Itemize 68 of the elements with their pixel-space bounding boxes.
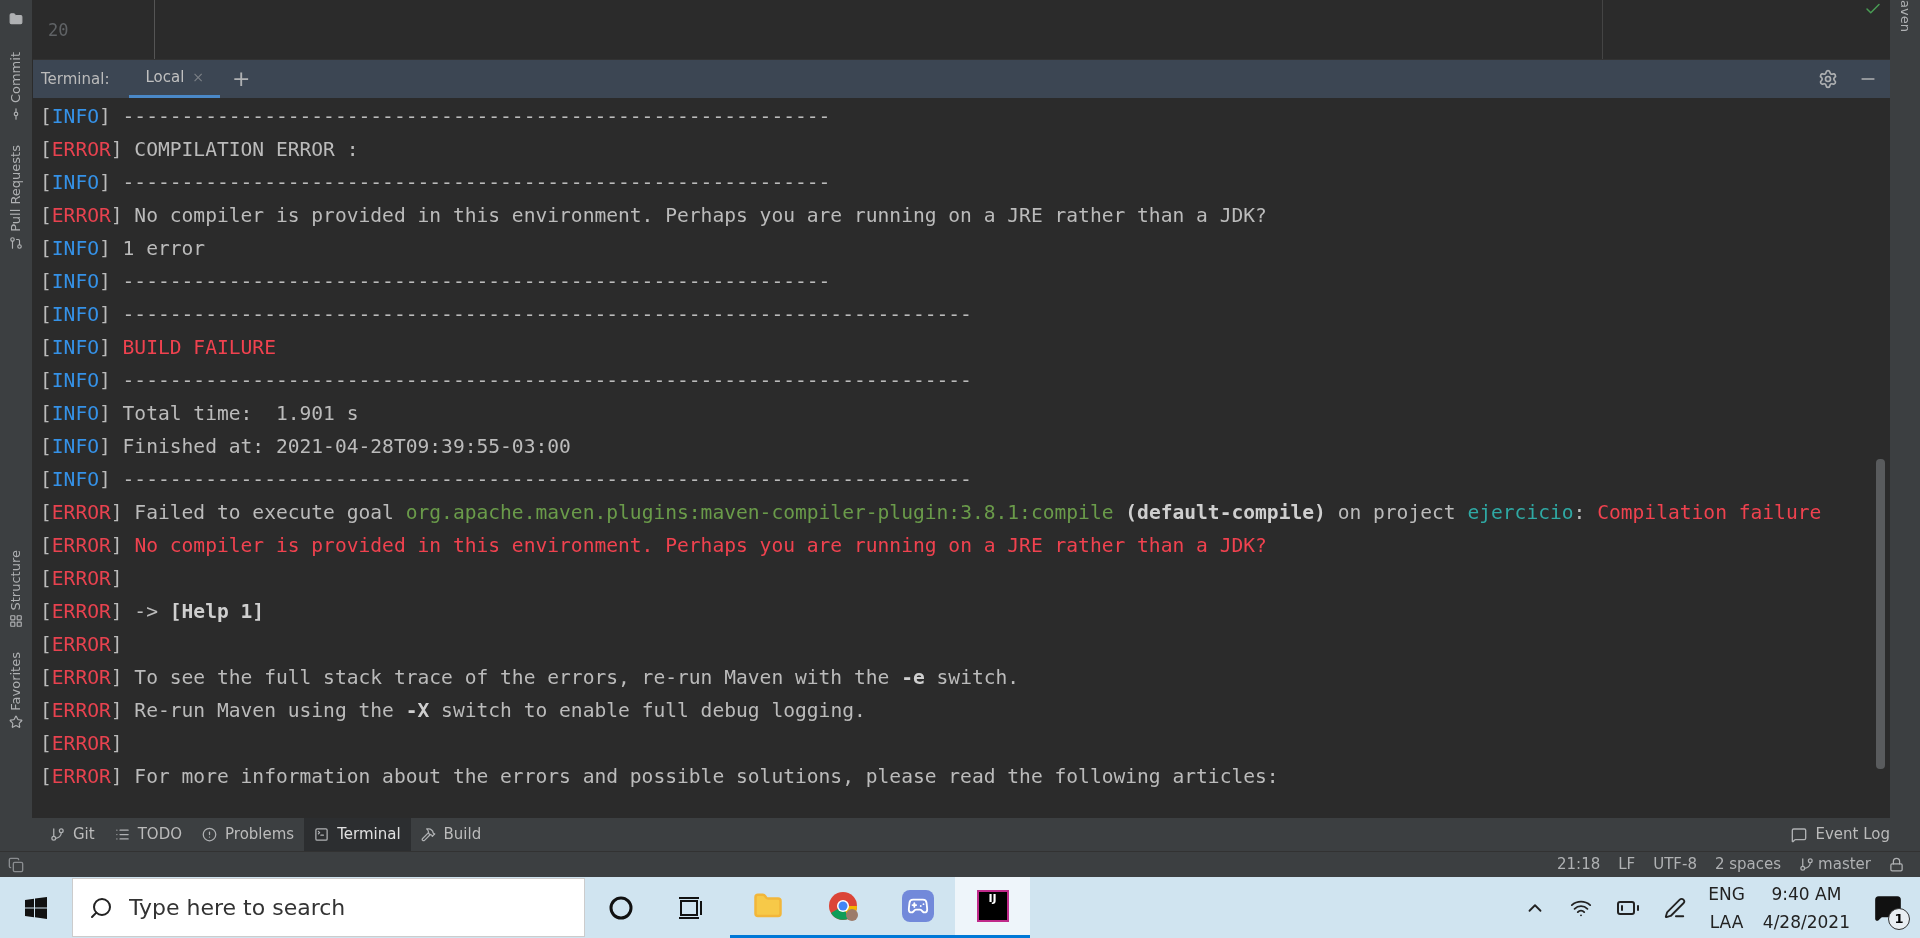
- notification-count: 1: [1888, 907, 1910, 930]
- clock[interactable]: 9:40 AM 4/28/2021: [1762, 879, 1850, 936]
- stripe-tab[interactable]: Structure: [6, 549, 26, 629]
- list-icon: [114, 827, 130, 842]
- terminal-line: [INFO] ------------------------------------------------------------: [40, 170, 832, 196]
- branch-icon: [50, 827, 65, 842]
- taskbar-search-field[interactable]: Type here to search: [72, 878, 585, 937]
- terminal-line: [ERROR]: [40, 731, 124, 757]
- terminal-line: [ERROR] For more information about the errors and possible solutions, please read the following articles:: [40, 764, 1280, 790]
- tool-window-tab[interactable]: Git: [40, 818, 105, 851]
- task-view-icon[interactable]: [678, 894, 704, 921]
- stripe-tab[interactable]: Commit: [6, 52, 26, 122]
- terminal-line: [ERROR] Failed to execute goal org.apache.maven.plugins:maven-compiler-plugin:3.8.1:compile (default-compile) on project ejercicio: Compilation failure: [40, 500, 1823, 526]
- tool-window-tab[interactable]: Problems: [192, 818, 305, 851]
- speech-bubble-icon: [1791, 826, 1808, 843]
- terminal-line: [INFO] ------------------------------------------------------------: [40, 104, 832, 130]
- terminal-line: [ERROR] To see the full stack trace of the errors, re-run Maven with the -e switch.: [40, 665, 1021, 691]
- app-logo: IJ: [976, 890, 1009, 922]
- language-indicator[interactable]: ENG LAA: [1708, 879, 1745, 936]
- stripe-tab[interactable]: Favorites: [6, 652, 26, 730]
- hammer-icon: [420, 827, 436, 842]
- tool-window-tab[interactable]: Build: [410, 818, 492, 851]
- terminal-line: [INFO] BUILD FAILURE: [40, 335, 277, 361]
- terminal-line: [ERROR] COMPILATION ERROR :: [40, 137, 360, 163]
- stripe-tab[interactable]: Pull Requests: [6, 145, 26, 250]
- folder-icon[interactable]: [9, 12, 23, 26]
- grid-icon: [9, 614, 23, 629]
- tool-window-tab[interactable]: TODO: [104, 818, 192, 851]
- stripe-tab[interactable]: aven: [1895, 0, 1915, 32]
- pen-icon[interactable]: [1664, 896, 1687, 919]
- windows-icon[interactable]: [25, 896, 47, 919]
- terminal-line: [INFO] 1 error: [40, 236, 207, 262]
- terminal-line: [INFO] ------------------------------------------------------------------------: [40, 368, 973, 394]
- search-icon: [89, 895, 113, 920]
- terminal-line: [ERROR] No compiler is provided in this environment. Perhaps you are running on a JRE rather than a JDK?: [40, 203, 1268, 229]
- terminal-line: [INFO] ------------------------------------------------------------------------: [40, 467, 973, 493]
- terminal-line: [ERROR]: [40, 566, 124, 592]
- pull-request-icon: [9, 235, 23, 250]
- status-item[interactable]: 2 spaces: [1714, 853, 1782, 876]
- terminal-line: [ERROR] No compiler is provided in this environment. Perhaps you are running on a JRE rather than a JDK?: [40, 533, 1268, 559]
- status-item[interactable]: UTF-8: [1653, 853, 1697, 876]
- lock-icon[interactable]: [1889, 857, 1904, 872]
- event-log-button[interactable]: Event Log: [1791, 823, 1890, 846]
- terminal-icon: [314, 827, 330, 842]
- tool-window-tab[interactable]: Terminal: [304, 818, 411, 851]
- circle-icon[interactable]: [609, 895, 633, 920]
- new-tab-button[interactable]: +: [232, 68, 251, 90]
- line-number: 20: [48, 18, 69, 42]
- settings-icon[interactable]: [1818, 69, 1838, 89]
- terminal-line: [INFO] ------------------------------------------------------------: [40, 269, 832, 295]
- star-icon: [9, 715, 23, 730]
- game-controller-icon: [901, 890, 934, 922]
- branch-widget[interactable]: master: [1799, 853, 1871, 876]
- search-input[interactable]: Type here to search: [129, 891, 568, 924]
- terminal-line: [ERROR]: [40, 632, 124, 658]
- terminal-title: Terminal:: [41, 68, 110, 90]
- status-item[interactable]: 21:18: [1557, 853, 1601, 876]
- alert-icon: [202, 827, 217, 842]
- terminal-line: [INFO] Total time: 1.901 s: [40, 401, 360, 427]
- terminal-line: [INFO] ------------------------------------------------------------------------: [40, 302, 973, 328]
- terminal-line: [ERROR] Re-run Maven using the -X switch to enable full debug logging.: [40, 698, 867, 724]
- branch-icon: [1799, 857, 1815, 872]
- terminal-line: [INFO] Finished at: 2021-04-28T09:39:55-03:00: [40, 434, 572, 460]
- status-item[interactable]: LF: [1618, 853, 1636, 876]
- terminal-line: [ERROR] -> [Help 1]: [40, 599, 266, 625]
- layout-icon[interactable]: [8, 856, 24, 873]
- taskbar-app[interactable]: IJ: [955, 877, 1030, 938]
- browser-icon: [826, 890, 859, 922]
